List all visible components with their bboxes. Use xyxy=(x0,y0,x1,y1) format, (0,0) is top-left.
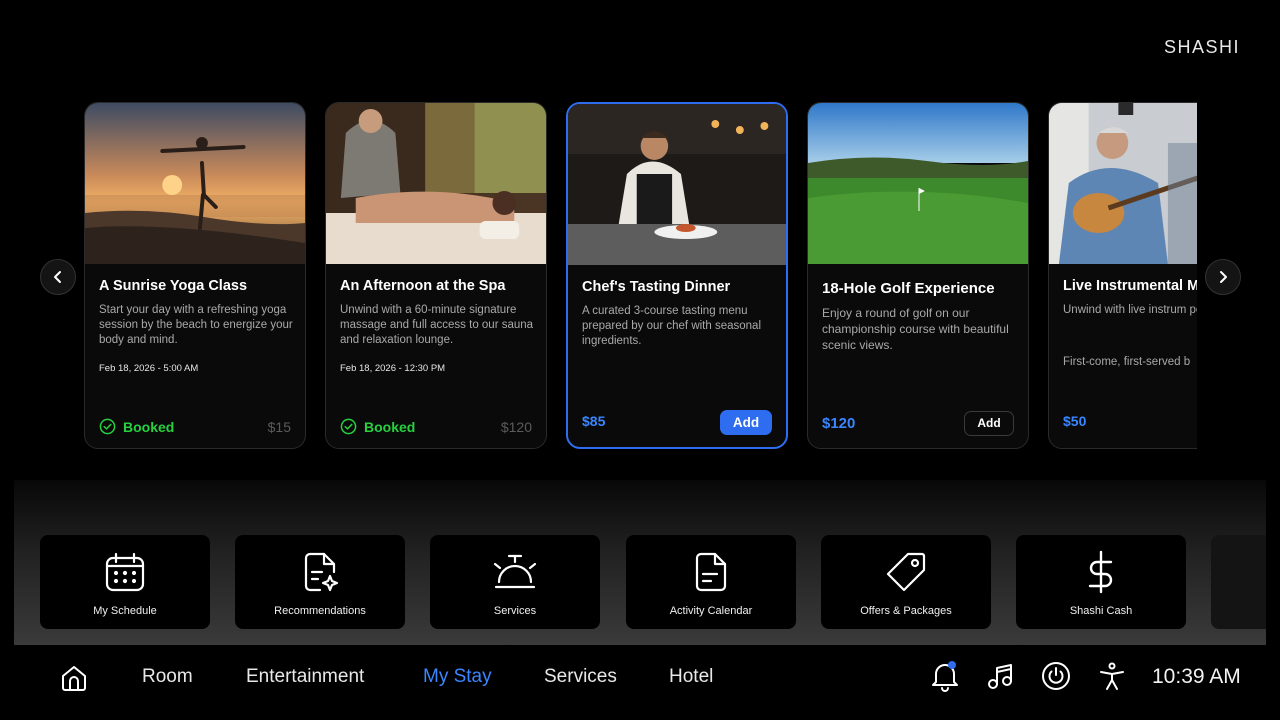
card-description: Enjoy a round of golf on our championshi… xyxy=(822,306,1009,352)
card-date: Feb 18, 2026 - 5:00 AM xyxy=(99,363,199,374)
document-icon xyxy=(695,552,727,592)
chevron-right-icon xyxy=(1220,271,1227,283)
check-circle-icon xyxy=(99,418,116,435)
tile-shashi-cash[interactable]: Shashi Cash xyxy=(1016,535,1186,629)
card-description: Unwind with live instrum performances by… xyxy=(1063,304,1197,316)
check-circle-icon xyxy=(340,418,357,435)
yoga-photo xyxy=(85,103,305,264)
tile-label: Shashi Cash xyxy=(1069,605,1133,617)
tile-partial[interactable] xyxy=(1211,535,1266,629)
bottom-navigation: Room Entertainment My Stay Services Hote… xyxy=(0,645,1280,720)
activity-card-yoga[interactable]: A Sunrise Yoga Class Start your day with… xyxy=(84,102,306,449)
tile-activity-calendar[interactable]: Activity Calendar xyxy=(626,535,796,629)
add-button[interactable]: Add xyxy=(720,410,772,435)
card-description: A curated 3-course tasting menu prepared… xyxy=(582,305,761,347)
music-note-icon[interactable] xyxy=(985,660,1015,692)
clock: 10:39 AM xyxy=(1152,665,1241,688)
power-icon[interactable] xyxy=(1041,660,1071,692)
spa-photo xyxy=(326,103,546,264)
tile-offers-packages[interactable]: Offers & Packages xyxy=(821,535,991,629)
card-price: $120 xyxy=(822,415,856,432)
card-price: $85 xyxy=(582,413,606,429)
add-button[interactable]: Add xyxy=(964,411,1014,436)
card-description: Unwind with a 60-minute signature massag… xyxy=(340,304,534,346)
card-note: First-come, first-served b xyxy=(1063,356,1191,368)
activity-card-chef[interactable]: Chef's Tasting Dinner A curated 3-course… xyxy=(566,102,788,449)
nav-room[interactable]: Room xyxy=(142,666,193,688)
card-title: Chef's Tasting Dinner xyxy=(582,279,731,295)
card-date: Feb 18, 2026 - 12:30 PM xyxy=(340,363,446,374)
tile-my-schedule[interactable]: My Schedule xyxy=(40,535,210,629)
golf-photo xyxy=(808,103,1028,264)
booked-status: Booked xyxy=(99,418,174,435)
activity-carousel: A Sunrise Yoga Class Start your day with… xyxy=(84,102,1197,452)
calendar-icon xyxy=(105,552,145,592)
tile-label: My Schedule xyxy=(93,605,157,617)
activity-card-live-music[interactable]: Live Instrumental M Unwind with live ins… xyxy=(1048,102,1197,449)
carousel-prev-button[interactable] xyxy=(40,259,76,295)
guitarist-photo xyxy=(1049,103,1197,264)
card-title: Live Instrumental M xyxy=(1063,278,1197,294)
booked-status: Booked xyxy=(340,418,415,435)
card-price: $120 xyxy=(500,419,532,435)
card-title: An Afternoon at the Spa xyxy=(340,278,506,294)
tile-label: Recommendations xyxy=(274,605,366,617)
nav-entertainment[interactable]: Entertainment xyxy=(246,666,364,688)
tile-services[interactable]: Services xyxy=(430,535,600,629)
card-price: $15 xyxy=(267,419,291,435)
booked-label: Booked xyxy=(123,418,175,435)
nav-hotel[interactable]: Hotel xyxy=(669,666,713,688)
chef-photo xyxy=(568,104,786,265)
nav-my-stay[interactable]: My Stay xyxy=(423,666,492,688)
dollar-icon xyxy=(1088,550,1113,594)
card-description: Start your day with a refreshing yoga se… xyxy=(99,304,293,346)
chevron-left-icon xyxy=(54,271,61,283)
card-title: A Sunrise Yoga Class xyxy=(99,278,248,294)
tile-label: Offers & Packages xyxy=(860,605,952,617)
tag-icon xyxy=(886,552,926,592)
booked-label: Booked xyxy=(364,418,416,435)
accessibility-icon[interactable] xyxy=(1097,660,1127,692)
card-price: $50 xyxy=(1063,413,1087,429)
card-title: 18-Hole Golf Experience xyxy=(822,280,995,297)
document-star-icon xyxy=(304,552,339,592)
service-bell-icon xyxy=(493,554,537,589)
tile-label: Activity Calendar xyxy=(669,605,753,617)
home-icon[interactable] xyxy=(59,663,89,693)
activity-card-golf[interactable]: 18-Hole Golf Experience Enjoy a round of… xyxy=(807,102,1029,449)
nav-services[interactable]: Services xyxy=(544,666,617,688)
brand-logo: SHASHI xyxy=(1163,37,1240,57)
activity-card-spa[interactable]: An Afternoon at the Spa Unwind with a 60… xyxy=(325,102,547,449)
tile-recommendations[interactable]: Recommendations xyxy=(235,535,405,629)
tile-label: Services xyxy=(493,605,537,617)
notification-dot xyxy=(948,661,956,669)
carousel-next-button[interactable] xyxy=(1205,259,1241,295)
